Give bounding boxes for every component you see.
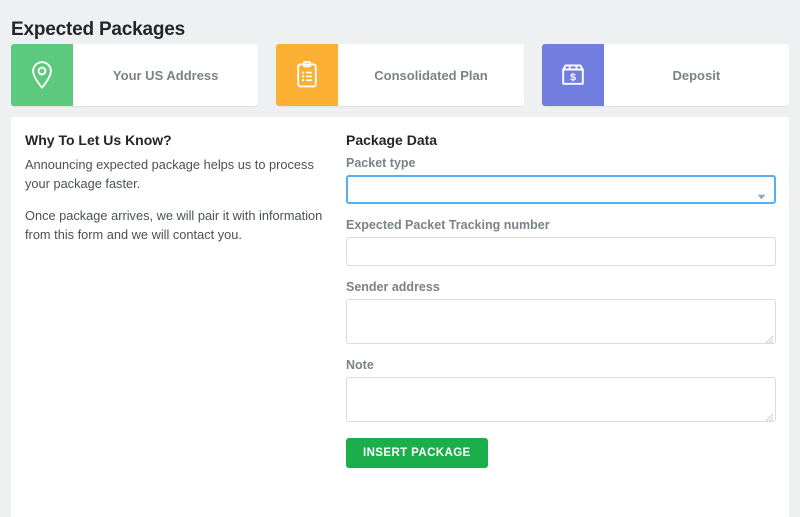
nav-tile-label: Your US Address xyxy=(112,67,219,83)
packet-type-select-wrap xyxy=(346,175,776,204)
note-textarea-wrap xyxy=(346,377,776,422)
box-dollar-icon: $ xyxy=(558,61,588,89)
tracking-number-input[interactable] xyxy=(346,237,776,266)
nav-tile-your-us-address[interactable]: Your US Address xyxy=(11,44,259,106)
clipboard-list-icon xyxy=(294,60,320,90)
nav-tile-deposit[interactable]: $ Deposit xyxy=(541,44,789,106)
clipboard-list-icon-holder xyxy=(276,44,339,106)
svg-text:$: $ xyxy=(570,72,576,84)
nav-tiles: Your US Address Consolidated Plan $ Depo… xyxy=(11,44,789,106)
info-panel-heading: Why To Let Us Know? xyxy=(25,132,172,148)
sender-address-textarea-wrap xyxy=(346,299,776,344)
form-heading: Package Data xyxy=(346,132,438,148)
field-note: Note xyxy=(346,358,776,422)
field-tracking-number: Expected Packet Tracking number xyxy=(346,218,776,266)
box-dollar-icon-holder: $ xyxy=(541,44,604,106)
note-label: Note xyxy=(346,358,374,372)
main-content-card: Why To Let Us Know? Announcing expected … xyxy=(11,117,789,517)
sender-address-label: Sender address xyxy=(346,280,440,294)
packet-type-label: Packet type xyxy=(346,156,416,170)
nav-tile-label: Consolidated Plan xyxy=(374,67,488,83)
nav-tile-label: Deposit xyxy=(672,67,721,83)
page-title: Expected Packages xyxy=(11,18,186,40)
map-pin-icon-holder xyxy=(11,44,73,106)
page-root: Expected Packages Your US Address Consol… xyxy=(0,0,800,517)
field-packet-type: Packet type xyxy=(346,156,776,204)
field-sender-address: Sender address xyxy=(346,280,776,344)
nav-tile-consolidated-plan[interactable]: Consolidated Plan xyxy=(276,44,524,106)
sender-address-textarea[interactable] xyxy=(346,299,776,344)
info-paragraph: Announcing expected package helps us to … xyxy=(25,157,314,191)
info-paragraph: Once package arrives, we will pair it wi… xyxy=(25,208,323,242)
packet-type-select[interactable] xyxy=(346,175,776,204)
map-pin-icon xyxy=(29,60,55,90)
info-panel: Why To Let Us Know? Announcing expected … xyxy=(25,132,340,244)
note-textarea[interactable] xyxy=(346,377,776,422)
insert-package-button[interactable]: INSERT PACKAGE xyxy=(346,438,488,468)
package-data-form: Package Data Packet type Expected Packet… xyxy=(346,132,776,468)
tracking-number-label: Expected Packet Tracking number xyxy=(346,218,550,232)
